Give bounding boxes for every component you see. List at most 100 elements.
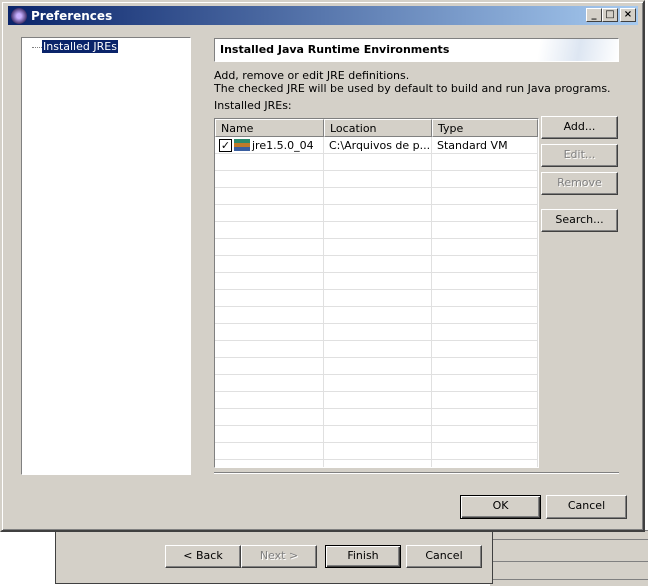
empty-cell: [215, 341, 324, 357]
empty-cell: [324, 273, 432, 289]
empty-cell: [432, 171, 538, 187]
empty-row: [215, 273, 538, 290]
empty-cell: [215, 375, 324, 391]
empty-cell: [324, 154, 432, 170]
empty-row: [215, 375, 538, 392]
empty-cell: [432, 392, 538, 408]
minimize-button[interactable]: _: [586, 8, 602, 22]
add-button[interactable]: Add...: [541, 116, 618, 139]
empty-cell: [324, 392, 432, 408]
empty-row: [215, 188, 538, 205]
close-button[interactable]: ×: [620, 8, 636, 22]
finish-button[interactable]: Finish: [325, 545, 401, 568]
empty-cell: [215, 205, 324, 221]
eclipse-icon: [11, 7, 27, 24]
table-row[interactable]: ✓ jre1.5.0_04 C:\Arquivos de p... Standar…: [215, 137, 538, 154]
empty-cell: [215, 443, 324, 459]
empty-cell: [432, 273, 538, 289]
empty-cell: [432, 205, 538, 221]
empty-cell: [215, 358, 324, 374]
jre-name: jre1.5.0_04: [252, 138, 314, 152]
empty-row: [215, 307, 538, 324]
empty-row: [215, 324, 538, 341]
empty-cell: [432, 443, 538, 459]
jre-type: Standard VM: [432, 137, 538, 153]
empty-cell: [432, 426, 538, 442]
empty-row: [215, 409, 538, 426]
jre-table: Name Location Type ✓ jre1.5.0_04 C:\Arqui…: [214, 118, 539, 468]
empty-cell: [324, 222, 432, 238]
tree-item-installed-jres[interactable]: Installed JREs: [42, 40, 118, 53]
empty-row: [215, 205, 538, 222]
column-header-type[interactable]: Type: [432, 119, 538, 137]
empty-row: [215, 290, 538, 307]
empty-cell: [432, 222, 538, 238]
empty-cell: [215, 171, 324, 187]
cancel-button[interactable]: Cancel: [546, 495, 627, 519]
empty-cell: [215, 222, 324, 238]
wizard-cancel-button[interactable]: Cancel: [406, 545, 482, 568]
separator: [214, 472, 619, 474]
empty-row: [215, 171, 538, 188]
empty-cell: [215, 154, 324, 170]
empty-cell: [432, 256, 538, 272]
empty-cell: [324, 460, 432, 467]
empty-cell: [432, 307, 538, 323]
empty-cell: [324, 426, 432, 442]
checkbox-icon[interactable]: ✓: [219, 138, 232, 152]
jre-library-icon: [234, 139, 250, 151]
empty-cell: [215, 392, 324, 408]
description-line: The checked JRE will be used by default …: [214, 82, 611, 95]
empty-row: [215, 154, 538, 171]
empty-row: [215, 426, 538, 443]
column-header-location[interactable]: Location: [324, 119, 432, 137]
empty-cell: [324, 171, 432, 187]
empty-row: [215, 239, 538, 256]
empty-cell: [324, 375, 432, 391]
column-header-name[interactable]: Name: [215, 119, 324, 137]
empty-row: [215, 443, 538, 460]
empty-cell: [215, 307, 324, 323]
empty-cell: [324, 290, 432, 306]
empty-cell: [324, 239, 432, 255]
empty-cell: [432, 460, 538, 467]
window-title: Preferences: [31, 8, 113, 23]
empty-row: [215, 222, 538, 239]
preferences-tree: Installed JREs: [21, 37, 191, 475]
title-bar[interactable]: Preferences _ □ ×: [8, 6, 638, 25]
empty-cell: [215, 256, 324, 272]
tree-connector: [32, 47, 42, 48]
empty-cell: [215, 239, 324, 255]
empty-cell: [324, 205, 432, 221]
empty-cell: [432, 324, 538, 340]
preferences-dialog: Preferences _ □ × Installed JREs Install…: [0, 0, 645, 532]
empty-cell: [215, 273, 324, 289]
ok-button[interactable]: OK: [460, 495, 541, 519]
empty-row: [215, 256, 538, 273]
back-button[interactable]: < Back: [165, 545, 241, 568]
description-line: Add, remove or edit JRE definitions.: [214, 69, 410, 82]
empty-cell: [432, 154, 538, 170]
background-window: [490, 530, 648, 586]
empty-cell: [324, 324, 432, 340]
empty-cell: [215, 290, 324, 306]
empty-cell: [432, 375, 538, 391]
empty-cell: [432, 341, 538, 357]
page-title: Installed Java Runtime Environments: [214, 38, 619, 62]
empty-row: [215, 358, 538, 375]
empty-cell: [324, 341, 432, 357]
wizard-dialog: < Back Next > Finish Cancel: [55, 530, 493, 584]
empty-cell: [215, 324, 324, 340]
maximize-button[interactable]: □: [602, 8, 618, 22]
empty-cell: [324, 409, 432, 425]
empty-cell: [324, 256, 432, 272]
empty-cell: [432, 239, 538, 255]
empty-cell: [215, 409, 324, 425]
empty-cell: [432, 358, 538, 374]
list-label: Installed JREs:: [214, 99, 292, 112]
empty-cell: [324, 443, 432, 459]
empty-row: [215, 460, 538, 467]
edit-button: Edit...: [541, 144, 618, 167]
search-button[interactable]: Search...: [541, 209, 618, 232]
remove-button: Remove: [541, 172, 618, 195]
